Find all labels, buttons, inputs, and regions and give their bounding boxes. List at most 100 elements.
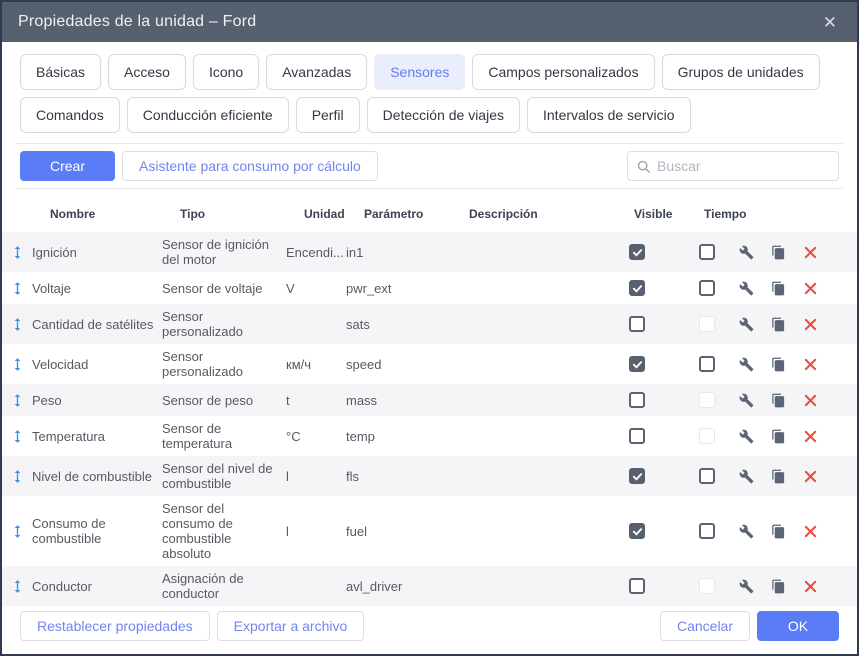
delete-x-icon[interactable]: [797, 520, 823, 542]
close-icon[interactable]: ✕: [819, 12, 841, 33]
dialog-title: Propiedades de la unidad – Ford: [18, 13, 256, 31]
tab-basicas[interactable]: Básicas: [20, 54, 101, 90]
sensor-unit: l: [286, 469, 346, 484]
sensor-unit: V: [286, 281, 346, 296]
edit-wrench-icon[interactable]: [733, 353, 759, 375]
visible-checkbox[interactable]: [629, 468, 645, 484]
delete-x-icon[interactable]: [797, 389, 823, 411]
duplicate-copy-icon[interactable]: [765, 313, 791, 335]
time-checkbox[interactable]: [699, 280, 715, 296]
duplicate-copy-icon[interactable]: [765, 520, 791, 542]
sensor-name: Cantidad de satélites: [32, 317, 162, 332]
sensor-parameter: in1: [346, 245, 451, 260]
dialog-footer: Restablecer propiedades Exportar a archi…: [2, 611, 857, 654]
column-header-parametro: Parámetro: [364, 207, 469, 221]
search-box: [627, 151, 839, 181]
sensor-parameter: fls: [346, 469, 451, 484]
time-checkbox: [699, 578, 715, 594]
column-header-visible: Visible: [634, 207, 704, 221]
tab-bar-row1: BásicasAccesoIconoAvanzadasSensoresCampo…: [2, 54, 857, 90]
time-checkbox[interactable]: [699, 468, 715, 484]
divider: [16, 188, 843, 189]
search-icon: [636, 159, 651, 174]
cancel-button[interactable]: Cancelar: [660, 611, 750, 641]
drag-handle-icon[interactable]: [2, 316, 32, 333]
sensor-type: Asignación de conductor: [162, 571, 286, 601]
sensor-name: Peso: [32, 393, 162, 408]
edit-wrench-icon[interactable]: [733, 241, 759, 263]
search-input[interactable]: [657, 158, 830, 174]
time-checkbox[interactable]: [699, 244, 715, 260]
sensor-type: Sensor del consumo de combustible absolu…: [162, 501, 286, 561]
sensor-name: Consumo de combustible: [32, 516, 162, 546]
sensors-table-body: IgniciónSensor de ignición del motorEnce…: [2, 232, 857, 606]
reset-properties-button[interactable]: Restablecer propiedades: [20, 611, 210, 641]
column-header-descripcion: Descripción: [469, 207, 634, 221]
consumption-wizard-button[interactable]: Asistente para consumo por cálculo: [122, 151, 378, 181]
edit-wrench-icon[interactable]: [733, 575, 759, 597]
visible-checkbox[interactable]: [629, 578, 645, 594]
visible-checkbox[interactable]: [629, 523, 645, 539]
tab-perfil[interactable]: Perfil: [296, 97, 360, 133]
sensor-name: Velocidad: [32, 357, 162, 372]
visible-checkbox[interactable]: [629, 280, 645, 296]
tab-deteccion-de-viajes[interactable]: Detección de viajes: [367, 97, 520, 133]
delete-x-icon[interactable]: [797, 313, 823, 335]
edit-wrench-icon[interactable]: [733, 425, 759, 447]
duplicate-copy-icon[interactable]: [765, 465, 791, 487]
drag-handle-icon[interactable]: [2, 392, 32, 409]
ok-button[interactable]: OK: [757, 611, 839, 641]
visible-checkbox[interactable]: [629, 428, 645, 444]
sensor-type: Sensor de voltaje: [162, 281, 286, 296]
sensor-row-temp: TemperaturaSensor de temperatura°Ctemp: [2, 416, 857, 456]
drag-handle-icon[interactable]: [2, 428, 32, 445]
tab-grupos-de-unidades[interactable]: Grupos de unidades: [662, 54, 820, 90]
tab-campos-personalizados[interactable]: Campos personalizados: [472, 54, 654, 90]
time-checkbox[interactable]: [699, 523, 715, 539]
sensor-parameter: pwr_ext: [346, 281, 451, 296]
sensor-name: Ignición: [32, 245, 162, 260]
edit-wrench-icon[interactable]: [733, 313, 759, 335]
duplicate-copy-icon[interactable]: [765, 575, 791, 597]
sensor-name: Nivel de combustible: [32, 469, 162, 484]
edit-wrench-icon[interactable]: [733, 389, 759, 411]
tab-comandos[interactable]: Comandos: [20, 97, 120, 133]
sensors-toolbar: Crear Asistente para consumo por cálculo: [2, 151, 857, 181]
tab-bar-row2: ComandosConducción eficientePerfilDetecc…: [2, 97, 857, 133]
delete-x-icon[interactable]: [797, 241, 823, 263]
duplicate-copy-icon[interactable]: [765, 353, 791, 375]
export-to-file-button[interactable]: Exportar a archivo: [217, 611, 365, 641]
duplicate-copy-icon[interactable]: [765, 425, 791, 447]
edit-wrench-icon[interactable]: [733, 277, 759, 299]
create-sensor-button[interactable]: Crear: [20, 151, 115, 181]
tab-conduccion-eficiente[interactable]: Conducción eficiente: [127, 97, 289, 133]
drag-handle-icon[interactable]: [2, 523, 32, 540]
drag-handle-icon[interactable]: [2, 468, 32, 485]
delete-x-icon[interactable]: [797, 575, 823, 597]
tab-intervalos-de-servicio[interactable]: Intervalos de servicio: [527, 97, 691, 133]
duplicate-copy-icon[interactable]: [765, 277, 791, 299]
delete-x-icon[interactable]: [797, 353, 823, 375]
time-checkbox[interactable]: [699, 356, 715, 372]
delete-x-icon[interactable]: [797, 465, 823, 487]
edit-wrench-icon[interactable]: [733, 520, 759, 542]
sensor-parameter: speed: [346, 357, 451, 372]
delete-x-icon[interactable]: [797, 277, 823, 299]
tab-icono[interactable]: Icono: [193, 54, 259, 90]
tab-sensores[interactable]: Sensores: [374, 54, 465, 90]
visible-checkbox[interactable]: [629, 356, 645, 372]
visible-checkbox[interactable]: [629, 316, 645, 332]
visible-checkbox[interactable]: [629, 244, 645, 260]
duplicate-copy-icon[interactable]: [765, 241, 791, 263]
drag-handle-icon[interactable]: [2, 356, 32, 373]
duplicate-copy-icon[interactable]: [765, 389, 791, 411]
edit-wrench-icon[interactable]: [733, 465, 759, 487]
drag-handle-icon[interactable]: [2, 280, 32, 297]
visible-checkbox[interactable]: [629, 392, 645, 408]
drag-handle-icon[interactable]: [2, 578, 32, 595]
sensor-row-speed: VelocidadSensor personalizadoкм/чspeed: [2, 344, 857, 384]
tab-acceso[interactable]: Acceso: [108, 54, 186, 90]
drag-handle-icon[interactable]: [2, 244, 32, 261]
delete-x-icon[interactable]: [797, 425, 823, 447]
tab-avanzadas[interactable]: Avanzadas: [266, 54, 367, 90]
